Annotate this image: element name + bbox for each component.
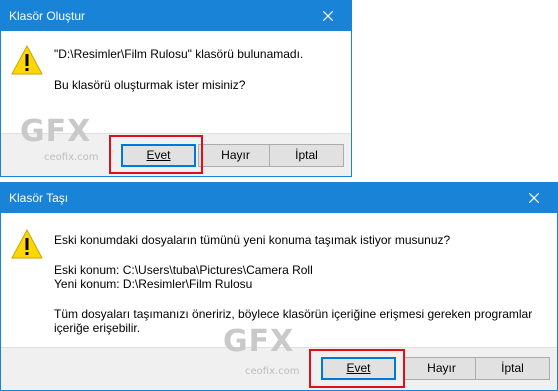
dialog-body: Eski konumdaki dosyaların tümünü yeni ko… xyxy=(1,213,557,349)
question-text: Bu klasörü oluşturmak ister misiniz? xyxy=(54,78,246,92)
cancel-button-label: İptal xyxy=(295,148,318,162)
cancel-button[interactable]: İptal xyxy=(475,357,550,380)
create-folder-dialog: Klasör Oluştur "D:\Resimler\Film Rulosu"… xyxy=(0,0,352,177)
close-icon xyxy=(529,193,539,203)
close-icon xyxy=(323,11,333,21)
button-bar: Evet Hayır İptal xyxy=(1,133,351,176)
close-button[interactable] xyxy=(511,183,557,213)
dialog-title: Klasör Oluştur xyxy=(9,9,86,23)
yes-button[interactable]: Evet xyxy=(321,357,396,380)
warning-icon xyxy=(11,45,43,75)
no-button-label: Hayır xyxy=(221,148,250,162)
no-button-label: Hayır xyxy=(427,361,456,375)
no-button[interactable]: Hayır xyxy=(404,357,479,380)
old-location-text: Eski konum: C:\Users\tuba\Pictures\Camer… xyxy=(54,263,313,277)
cancel-button[interactable]: İptal xyxy=(269,144,344,167)
title-bar[interactable]: Klasör Oluştur xyxy=(1,1,351,31)
yes-button[interactable]: Evet xyxy=(121,144,196,167)
cancel-button-label: İptal xyxy=(501,361,524,375)
dialog-title: Klasör Taşı xyxy=(9,191,69,205)
move-folder-dialog: Klasör Taşı Eski konumdaki dosyaların tü… xyxy=(0,182,558,391)
yes-button-label: Evet xyxy=(346,361,371,375)
recommendation-text: Tüm dosyaları taşımanızı öneririz, böyle… xyxy=(54,307,533,321)
message-text: "D:\Resimler\Film Rulosu" klasörü buluna… xyxy=(54,47,304,61)
dialog-body: "D:\Resimler\Film Rulosu" klasörü buluna… xyxy=(1,31,351,136)
button-bar: Evet Hayır İptal xyxy=(1,347,557,390)
close-button[interactable] xyxy=(305,1,351,31)
message-text: Eski konumdaki dosyaların tümünü yeni ko… xyxy=(54,233,451,247)
no-button[interactable]: Hayır xyxy=(198,144,273,167)
recommendation-text-2: içeriğe erişebilir. xyxy=(54,321,141,335)
new-location-text: Yeni konum: D:\Resimler\Film Rulosu xyxy=(54,277,253,291)
title-bar[interactable]: Klasör Taşı xyxy=(1,183,557,213)
yes-button-label: Evet xyxy=(146,148,171,162)
warning-icon xyxy=(11,229,43,259)
